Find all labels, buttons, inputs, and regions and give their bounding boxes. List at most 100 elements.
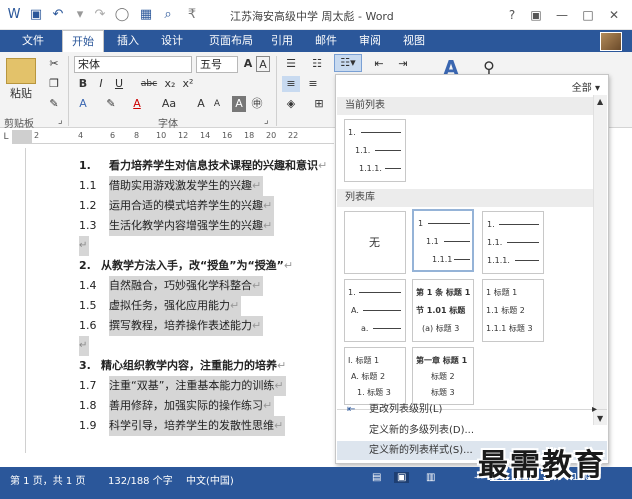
align-left-icon[interactable]: ≡ [282, 76, 300, 92]
list-item[interactable]: 1.3 生活化教学内容增强学生的兴趣↵ [27, 216, 335, 236]
web-layout-icon[interactable]: ▥ [426, 472, 435, 483]
numbering-icon[interactable]: ☷ [308, 56, 326, 72]
list-none[interactable]: 无 [344, 211, 406, 274]
ribbon-display-button[interactable]: ▣ [526, 6, 546, 24]
highlight-icon[interactable]: ✎ [104, 96, 118, 112]
close-button[interactable]: ✕ [604, 6, 624, 24]
font-dialog-launcher-icon[interactable]: ⌟ [264, 115, 269, 126]
change-list-level-item[interactable]: ⇤ 更改列表级别(L) ▸ [337, 400, 607, 419]
list-item[interactable]: 2. 从教学方法入手，改“授鱼”为“授渔”↵ [27, 256, 335, 276]
tab-selector[interactable]: L [0, 130, 12, 144]
tab-review[interactable]: 审阅 [350, 30, 390, 52]
list-item[interactable]: 1.7 注重“双基”，注重基本能力的训练↵ [27, 376, 335, 396]
empty-paragraph[interactable]: ↵ [27, 336, 335, 356]
list-numbered-dot[interactable]: 1. 1.1. 1.1.1. [482, 211, 544, 274]
decrease-indent-icon[interactable]: ⇤ [370, 56, 388, 72]
horizontal-ruler[interactable]: 2 4 6 8 10 12 14 16 18 20 22 [12, 130, 334, 144]
shrink-font-button[interactable]: A [210, 96, 224, 112]
font-name-box[interactable]: 宋体 [74, 56, 192, 73]
tab-design[interactable]: 设计 [152, 30, 192, 52]
language[interactable]: 中文(中国) [186, 472, 234, 487]
strikethrough-button[interactable]: abc [138, 76, 160, 92]
cut-icon[interactable]: ✂ [46, 56, 62, 72]
restore-button[interactable]: □ [578, 6, 598, 24]
format-painter-icon[interactable]: ✎ [46, 96, 62, 112]
borders-icon[interactable]: ⊞ [310, 96, 328, 112]
current-list-header: 当前列表 [337, 97, 593, 115]
font-color-button[interactable]: A [130, 96, 144, 112]
grow-font-small-button[interactable]: A [194, 96, 208, 112]
shading-icon[interactable]: ◈ [282, 96, 300, 112]
bullets-icon[interactable]: ☰ [282, 56, 300, 72]
print-layout-icon[interactable]: ▣ [394, 472, 410, 483]
list-item[interactable]: 1.9 科学引导，培养学生的发散性思维↵ [27, 416, 335, 436]
undo-icon[interactable]: ↶ [50, 7, 66, 23]
tab-home[interactable]: 开始 [62, 30, 104, 52]
underline-button[interactable]: U [112, 76, 126, 92]
list-item[interactable]: 1. 看力培养学生对信息技术课程的兴趣和意识↵ [27, 156, 335, 176]
multilevel-list-icon[interactable]: ☷▾ [334, 54, 362, 72]
repeat-icon[interactable]: ◯ [114, 7, 130, 23]
clear-format-button[interactable]: A [256, 56, 270, 72]
text-effect-button[interactable]: A [76, 96, 90, 112]
increase-indent-icon[interactable]: ⇥ [394, 56, 412, 72]
list-numbered[interactable]: 1 1.1 1.1.1 [412, 209, 474, 272]
help-button[interactable]: ? [502, 6, 522, 24]
paste-icon[interactable] [6, 58, 36, 84]
chevron-down-icon[interactable]: ▾ [72, 7, 88, 23]
vertical-ruler[interactable] [12, 148, 26, 453]
list-item[interactable]: 1.5 虚拟任务，强化应用能力↵ [27, 296, 335, 316]
gallery-scrollbar[interactable]: ▲ ▼ [593, 95, 607, 425]
tab-mailings[interactable]: 邮件 [306, 30, 346, 52]
list-item[interactable]: 1.1 借助实用游戏激发学生的兴趣↵ [27, 176, 335, 196]
list-chapter-heading[interactable]: 第一章 标题 1 标题 2 标题 3 [412, 347, 474, 405]
tab-layout[interactable]: 页面布局 [200, 30, 262, 52]
align-center-icon[interactable]: ≡ [304, 76, 322, 92]
page-count[interactable]: 第 1 页，共 1 页 [10, 472, 85, 487]
dialog-launcher-icon[interactable]: ⌟ [58, 115, 63, 126]
list-item[interactable]: 1.6 撰写教程，培养操作表述能力↵ [27, 316, 335, 336]
save-icon[interactable]: ▣ [28, 7, 44, 23]
char-shading-button[interactable]: A [232, 96, 246, 112]
minimize-button[interactable]: — [552, 6, 572, 24]
list-heading-numbered[interactable]: 1 标题 1 1.1 标题 2 1.1.1 标题 3 [482, 279, 544, 342]
tab-references[interactable]: 引用 [262, 30, 302, 52]
paste-button[interactable]: 粘贴 [4, 86, 38, 102]
current-list-thumbnail[interactable]: 1. 1.1. 1.1.1. [344, 119, 406, 182]
customize-icon[interactable]: ₹ [184, 7, 200, 23]
list-item[interactable]: 1.8 善用修辞，加强实际的操作练习↵ [27, 396, 335, 416]
scroll-up-icon[interactable]: ▲ [597, 97, 603, 106]
empty-paragraph[interactable]: ↵ [27, 236, 335, 256]
grow-font-button[interactable]: A [240, 56, 256, 72]
tab-insert[interactable]: 插入 [108, 30, 148, 52]
tab-file[interactable]: 文件 [13, 30, 53, 52]
bold-button[interactable]: B [76, 76, 90, 92]
list-item[interactable]: 1.2 运用合适的模式培养学生的兴趣↵ [27, 196, 335, 216]
italic-button[interactable]: I [94, 76, 108, 92]
list-item[interactable]: 1.4 自然融合，巧妙强化学科整合↵ [27, 276, 335, 296]
list-alpha[interactable]: 1. A. a. [344, 279, 406, 342]
redo-icon[interactable]: ↷ [92, 7, 108, 23]
copy-icon[interactable]: ❐ [46, 76, 62, 92]
define-new-multilevel-list-item[interactable]: 定义新的多级列表(D)... [337, 421, 607, 440]
print-preview-icon[interactable]: ⌕ [160, 7, 176, 23]
subscript-button[interactable]: x₂ [162, 76, 178, 92]
paragraph-mark: ↵ [318, 159, 328, 172]
list-item[interactable]: 3. 精心组织教学内容，注重能力的培养↵ [27, 356, 335, 376]
save-copy-icon[interactable]: ▦ [138, 7, 154, 23]
list-heading-roman[interactable]: I. 标题 1 A. 标题 2 1. 标题 3 [344, 347, 406, 405]
avatar[interactable] [600, 32, 622, 51]
tab-view[interactable]: 视图 [394, 30, 434, 52]
paragraph-mark: ↵ [79, 236, 89, 256]
enclose-char-icon[interactable]: ㊥ [250, 96, 264, 112]
gallery-filter-all[interactable]: 全部 ▾ [572, 79, 600, 94]
change-case-button[interactable]: Aa [158, 96, 180, 112]
superscript-button[interactable]: x² [180, 76, 196, 92]
document-page[interactable]: 1. 看力培养学生对信息技术课程的兴趣和意识↵ 1.1 借助实用游戏激发学生的兴… [27, 146, 335, 456]
word-count[interactable]: 132/188 个字 [108, 472, 173, 487]
font-size-box[interactable]: 五号 [196, 56, 238, 73]
list-text: 科学引导，培养学生的发散性思维↵ [109, 416, 286, 436]
list-chapter[interactable]: 第 1 条 标题 1 节 1.01 标题 (a) 标题 3 [412, 279, 474, 342]
list-number: 1.4 [79, 279, 97, 292]
read-mode-icon[interactable]: ▤ [372, 472, 381, 483]
